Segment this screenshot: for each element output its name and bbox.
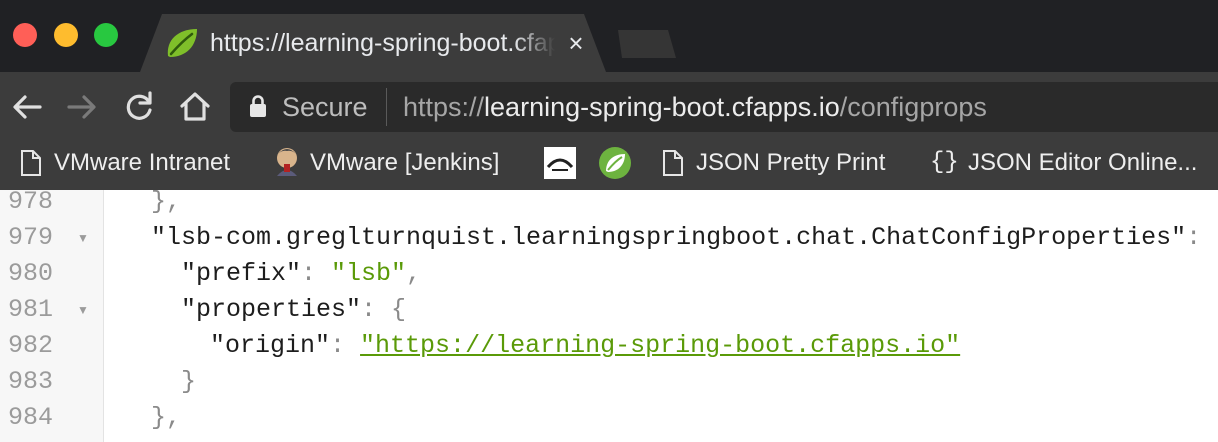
- url-path: /configprops: [839, 92, 987, 122]
- json-line: "lsb-com.greglturnquist.learningspringbo…: [151, 220, 1218, 256]
- json-line: "origin": "https://learning-spring-boot.…: [210, 328, 960, 364]
- spring-icon: [599, 147, 631, 179]
- code-line-981: 981 ▼ "properties": {: [0, 292, 1218, 328]
- code-line-982: 982 "origin": "https://learning-spring-b…: [0, 328, 1218, 364]
- bookmark-spring[interactable]: [598, 144, 634, 182]
- closing-brace: },: [151, 187, 182, 216]
- json-line: "properties": {: [181, 292, 406, 328]
- minimize-window-button[interactable]: [54, 23, 78, 47]
- bookmark-label: JSON Pretty Print: [696, 149, 886, 176]
- braces-icon: {}: [930, 149, 959, 176]
- code-line-978: 978 },: [0, 184, 1218, 220]
- home-icon[interactable]: [178, 90, 212, 124]
- page-icon: [663, 150, 683, 176]
- json-key: "lsb-com.greglturnquist.learningspringbo…: [151, 223, 1187, 252]
- bookmark-label: VMware Intranet: [54, 149, 231, 176]
- maximize-window-button[interactable]: [94, 23, 118, 47]
- json-url-link[interactable]: "https://learning-spring-boot.cfapps.io": [360, 331, 960, 360]
- tab-close-icon[interactable]: ×: [562, 27, 590, 59]
- bookmark-label: JSON Editor Online...: [968, 149, 1198, 176]
- fold-toggle-icon[interactable]: ▼: [77, 220, 89, 256]
- address-separator: [386, 88, 387, 126]
- code-line-979: 979 ▼ "lsb-com.greglturnquist.learningsp…: [0, 220, 1218, 256]
- json-punct: :: [330, 331, 361, 360]
- json-key: "properties": [181, 295, 362, 324]
- spring-leaf-icon: [167, 29, 197, 57]
- json-punct: : {: [1186, 223, 1218, 252]
- json-punct: ,: [406, 259, 422, 288]
- closing-brace: }: [181, 367, 197, 396]
- json-key: "prefix": [181, 259, 302, 288]
- sonar-icon: [544, 147, 576, 179]
- url-scheme: https://: [403, 92, 485, 122]
- bookmark-json-pretty-print[interactable]: JSON Pretty Print: [662, 144, 912, 182]
- page-icon: [21, 150, 41, 176]
- lock-icon: [250, 95, 266, 117]
- bookmark-label: VMware [Jenkins]: [310, 149, 500, 176]
- line-number: 978: [8, 187, 54, 216]
- fold-toggle-icon[interactable]: ▼: [77, 292, 89, 328]
- closing-brace: },: [151, 403, 182, 432]
- code-line-980: 980 "prefix": "lsb",: [0, 256, 1218, 292]
- json-punct: :: [301, 259, 332, 288]
- jenkins-icon: [277, 148, 297, 176]
- line-number: 982: [8, 331, 54, 360]
- close-window-button[interactable]: [13, 23, 37, 47]
- url-host: learning-spring-boot.cfapps.io: [484, 92, 840, 122]
- code-line-983: 983 }: [0, 364, 1218, 400]
- bookmark-vmware-intranet[interactable]: VMware Intranet: [20, 144, 250, 182]
- bookmark-json-editor-online[interactable]: {} JSON Editor Online...: [930, 144, 1218, 182]
- code-line-984: 984 },: [0, 400, 1218, 436]
- line-number: 979: [8, 223, 54, 252]
- line-number: 983: [8, 367, 54, 396]
- json-string-value: "lsb": [331, 259, 407, 288]
- reload-icon[interactable]: [122, 90, 156, 124]
- json-key: "origin": [210, 331, 331, 360]
- forward-icon[interactable]: [65, 90, 99, 124]
- back-icon[interactable]: [10, 90, 44, 124]
- line-number: 980: [8, 259, 54, 288]
- url-text[interactable]: https://learning-spring-boot.cfapps.io/c…: [403, 90, 987, 124]
- new-tab-button[interactable]: [618, 30, 676, 58]
- bookmark-vmware-jenkins[interactable]: VMware [Jenkins]: [272, 144, 522, 182]
- tab-title: https://learning-spring-boot.cfapps.io/c…: [210, 29, 555, 57]
- bookmark-sonar[interactable]: [543, 144, 579, 182]
- line-number: 981: [8, 295, 54, 324]
- json-punct: : {: [361, 295, 407, 324]
- secure-label: Secure: [282, 92, 368, 122]
- line-number: 984: [8, 403, 54, 432]
- json-line: "prefix": "lsb",: [181, 256, 421, 292]
